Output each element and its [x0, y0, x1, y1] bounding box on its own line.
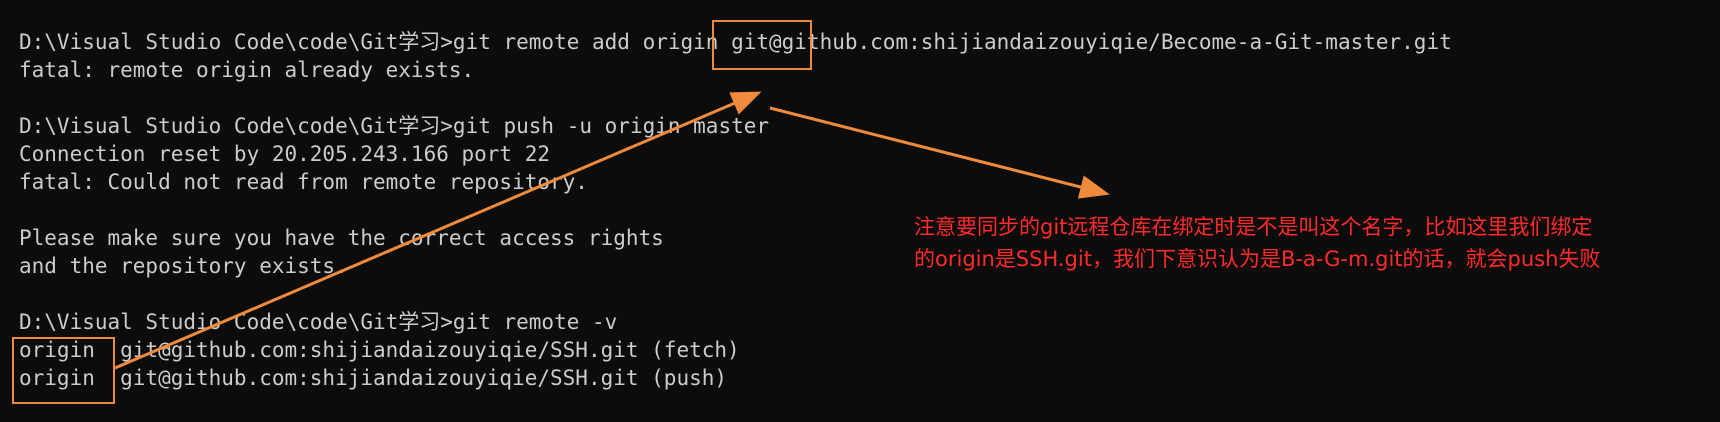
arrow-to-origin: [114, 91, 762, 370]
annotation-note: 注意要同步的git远程仓库在绑定时是不是叫这个名字，比如这里我们绑定 的orig…: [914, 211, 1694, 275]
annotation-line-1: 注意要同步的git远程仓库在绑定时是不是叫这个名字，比如这里我们绑定: [914, 215, 1593, 239]
terminal-window: D:\Visual Studio Code\code\Git学习>git rem…: [0, 0, 1720, 422]
annotation-line-2: 的origin是SSH.git，我们下意识认为是B-a-G-m.git的话，就会…: [914, 247, 1601, 271]
arrow-to-note: [769, 106, 1110, 199]
